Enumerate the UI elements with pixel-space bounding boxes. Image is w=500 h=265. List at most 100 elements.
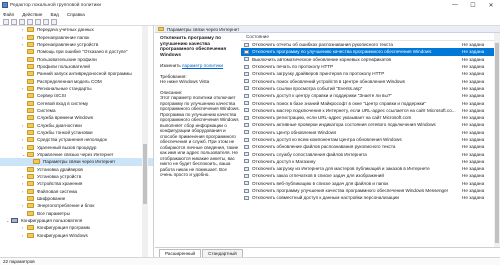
filter-icon[interactable] [51,18,57,25]
forward-icon[interactable] [11,18,17,25]
policy-row[interactable]: Отключить службу сопоставления файлов Ин… [241,150,500,157]
tree-item[interactable]: ⌄ Управление связью через Интернет [0,151,153,158]
tree-scrollbar[interactable] [142,26,148,257]
tree-item[interactable]: Пользовательские профили [0,55,153,62]
folder-icon [27,56,34,62]
folder-icon [27,41,34,47]
tree-item[interactable]: Система [0,107,153,114]
column-header-state-name[interactable]: Состояние [241,34,456,39]
tab-standard[interactable]: Стандартный [202,249,243,257]
policy-row[interactable]: Отключить поиск в базе знаний Майкрософт… [241,99,500,106]
policy-row[interactable]: Отключить Центр обновления Windows Не зад… [241,129,500,136]
list-scrollbar[interactable] [494,33,500,247]
back-icon[interactable] [3,18,9,25]
policy-row[interactable]: Отключить поиск обновлений устройств в Ц… [241,77,500,84]
folder-icon [27,122,34,128]
tree-item[interactable]: Служба времени Windows [0,114,153,121]
policy-icon [244,49,249,54]
tree-item[interactable]: Шифрование [0,195,153,202]
policy-row[interactable]: Отключить печать по протоколу HTTP Не зад… [241,63,500,70]
help-icon[interactable] [43,18,49,25]
policy-row[interactable]: Отключить отчеты об ошибках распознавани… [241,41,500,48]
tree-item[interactable]: › Конфигурация программ [0,224,153,231]
tree-item[interactable]: › Удаленный вызов процедур [0,144,153,151]
policy-icon [244,71,249,76]
tab-extended[interactable]: Расширенный [159,249,202,257]
policy-row-selected[interactable]: Отключить программу по улучшению качеств… [241,48,500,56]
folder-icon [27,225,34,231]
navigation-tree: › Передача учетных данных › Перенаправлени… [0,26,154,257]
properties-icon[interactable] [35,18,41,25]
tree-item[interactable]: Распределенная модель COM [0,77,153,84]
policy-row[interactable]: Отключить совместный доступ к данным нас… [241,194,500,201]
policy-row[interactable]: Отключить обновление файлов распознавани… [241,143,500,150]
policy-row[interactable]: Отключить доступ к центру справки и подд… [241,92,500,99]
tree-item-selected[interactable]: Параметры связи через Интернет [0,158,153,166]
window-controls: — ☐ ✕ [446,0,500,10]
policy-row[interactable]: Отключить заказ отпечатков в списке зада… [241,172,500,179]
tree-item[interactable]: › Установка устройств [0,173,153,180]
policy-icon [244,101,249,106]
menu-action[interactable]: Действие [22,12,42,17]
list-scrollbar-thumb[interactable] [495,43,499,243]
policy-icon [244,122,249,127]
folder-icon [27,203,34,209]
tree-item[interactable]: › Средства устранения неполадок [0,136,153,143]
policy-row[interactable]: Отключить веб-публикацию в списке задач … [241,180,500,187]
tree-item[interactable]: › Файловая система [0,188,153,195]
policy-row[interactable]: Отключить программу улучшения качества п… [241,187,500,194]
close-button[interactable]: ✕ [482,0,500,10]
folder-icon [27,137,34,143]
policy-row[interactable]: Отключить загрузку драйверов принтеров п… [241,70,500,77]
policy-icon [244,166,249,171]
folder-icon [158,27,164,31]
tree-item[interactable]: Установка драйверов [0,166,153,173]
minimize-button[interactable]: — [446,0,464,10]
policy-row[interactable]: Отключить регистрацию, если URL-адрес ук… [241,114,500,121]
policy-icon [244,173,249,178]
tree-item[interactable]: › Передача учетных данных [0,26,153,33]
policy-row[interactable]: Отключить доступ ко всем компонентам Цен… [241,136,500,143]
tree-item[interactable]: Сервер iSCSI [0,92,153,99]
folder-icon [27,144,34,150]
tree-item[interactable]: › Устройства хранения [0,180,153,187]
tree-item[interactable]: Профили пользователей [0,63,153,70]
policy-icon [244,79,249,84]
pane-header-title: Параметры связи через Интернет [167,26,240,32]
policy-icon [244,42,249,47]
folder-icon [33,159,40,165]
folder-icon [27,107,34,113]
policy-row[interactable]: Выключить автоматическое обновление корн… [241,56,500,63]
description-text: Этот параметр политики отключает програм… [160,95,240,177]
tree-scrollbar-thumb[interactable] [143,144,147,204]
folder-icon [27,166,34,172]
menu-view[interactable]: Вид [51,12,59,17]
tree-item[interactable]: Службы тонкой установки [0,129,153,136]
tree-item[interactable]: Сетевой вход в систему [0,99,153,106]
tree-item[interactable]: › Конфигурация Windows [0,232,153,239]
tree-item[interactable]: › Перенаправление устройств [0,41,153,48]
policy-row[interactable]: Отключить активные проверки индикатора с… [241,121,500,128]
policy-row[interactable]: Отключить ссылки просмотра событий "Even… [241,85,500,92]
policy-row[interactable]: Отключить мастер подключения к Интернету… [241,107,500,114]
menu-file[interactable]: Файл [3,12,14,17]
tree-item[interactable]: › Перенаправление папок [0,33,153,40]
up-folder-icon[interactable] [19,18,25,25]
show-hide-tree-icon[interactable] [27,18,33,25]
folder-icon [27,34,34,40]
tree-item[interactable]: Ранний запуск антивредоносной программы [0,70,153,77]
edit-policy-link[interactable]: параметр политики [182,63,223,68]
tree-item[interactable]: › Региональные стандарты [0,85,153,92]
tree-item-user-config[interactable]: ⌄ Конфигурация пользователя [0,217,153,224]
folder-icon [27,129,34,135]
maximize-button[interactable]: ☐ [464,0,482,10]
tree-item[interactable]: › Службы диагностики [0,121,153,128]
menu-help[interactable]: Справка [67,12,85,17]
tree-item[interactable]: Все параметры [0,210,153,217]
tree-item[interactable]: › Энергопотребление и блок [0,202,153,209]
description-panel: Отключить программу по улучшению качеств… [155,33,243,247]
policy-row[interactable]: Отключить доступ к Магазину Не задана [241,158,500,165]
policy-row[interactable]: Отключить загрузку из Интернета для маст… [241,165,500,172]
policy-icon [244,86,249,91]
tree-item[interactable]: Помощь при ошибке "Отказано в доступе" [0,48,153,55]
